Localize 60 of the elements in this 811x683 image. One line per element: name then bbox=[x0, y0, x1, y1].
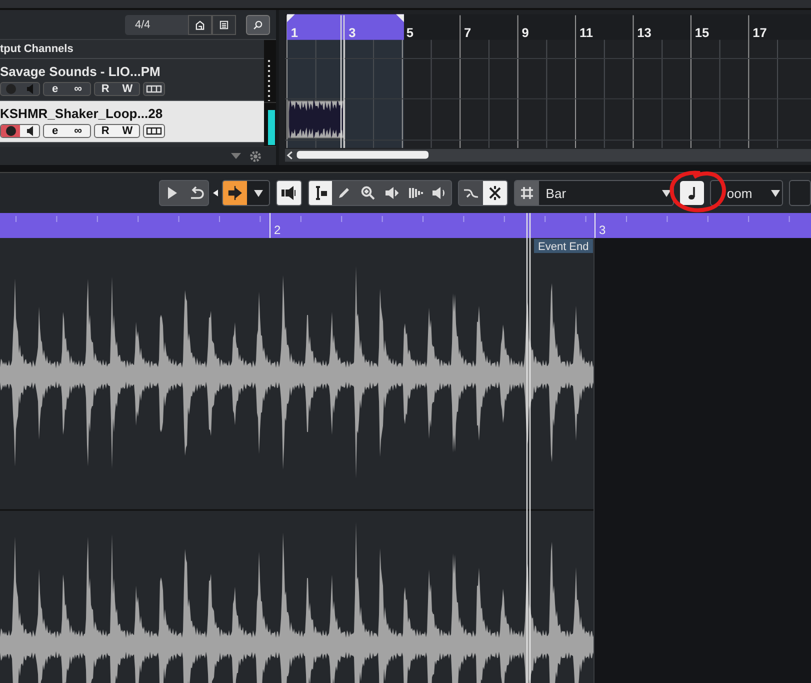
list-button[interactable] bbox=[212, 14, 236, 34]
zoom-dropdown[interactable]: oom bbox=[710, 180, 784, 206]
cross-arrows-icon bbox=[486, 185, 503, 201]
scroll-left-icon[interactable] bbox=[286, 151, 292, 160]
gear-icon[interactable] bbox=[249, 150, 262, 162]
lanes-icon bbox=[146, 126, 162, 134]
caret-icon bbox=[254, 190, 263, 196]
bar-number: 5 bbox=[406, 24, 414, 40]
folder-button[interactable] bbox=[188, 14, 212, 34]
link-button[interactable]: ∞ bbox=[74, 82, 82, 94]
bar-number: 17 bbox=[752, 24, 767, 40]
bar-number: 9 bbox=[522, 24, 529, 40]
tool-button[interactable] bbox=[308, 181, 332, 205]
tool-button[interactable] bbox=[483, 181, 507, 205]
event-end-label: Event End bbox=[538, 241, 589, 253]
write-button[interactable]: W bbox=[122, 124, 133, 136]
bar-number: 3 bbox=[348, 24, 356, 40]
bar-number: 3 bbox=[599, 223, 606, 237]
bar-number: 11 bbox=[579, 24, 593, 40]
mute-icon bbox=[384, 185, 400, 201]
edit-button[interactable]: e bbox=[52, 82, 58, 94]
bar-number: 7 bbox=[464, 24, 472, 40]
audio-event[interactable] bbox=[287, 98, 344, 140]
quantize-note-button[interactable] bbox=[680, 181, 704, 205]
lanes-button[interactable] bbox=[143, 124, 165, 138]
track-header[interactable]: KSHMR_Shaker_Loop...28 e ∞ R W bbox=[0, 101, 264, 143]
speaker-icon bbox=[26, 84, 34, 94]
speaker-icon bbox=[280, 185, 297, 201]
track-name: Savage Sounds - LIO...PM bbox=[0, 64, 162, 78]
playhead[interactable] bbox=[526, 213, 531, 683]
track-name: KSHMR_Shaker_Loop...28 bbox=[0, 106, 164, 120]
search-button[interactable] bbox=[246, 14, 270, 34]
snap-type-dropdown[interactable]: Bar bbox=[514, 180, 674, 206]
write-button[interactable]: W bbox=[122, 82, 133, 94]
link-button[interactable]: ∞ bbox=[74, 124, 82, 136]
playhead[interactable] bbox=[340, 14, 345, 149]
bar-number: 15 bbox=[694, 24, 710, 40]
lanes-button[interactable] bbox=[143, 82, 165, 96]
record-button[interactable] bbox=[1, 124, 20, 136]
time-signature-field[interactable]: 4/4 bbox=[125, 14, 188, 34]
bars-icon bbox=[408, 185, 424, 201]
speaker-icon bbox=[26, 126, 34, 136]
bar-number: 13 bbox=[637, 24, 652, 40]
read-button[interactable]: R bbox=[101, 82, 110, 94]
bar-number: 1 bbox=[290, 24, 298, 40]
speaker-icon bbox=[431, 185, 448, 201]
zoom-icon bbox=[360, 185, 376, 201]
tool-button[interactable] bbox=[223, 181, 248, 205]
grid-icon bbox=[518, 185, 535, 201]
bar-number: 2 bbox=[274, 223, 281, 237]
caret-icon[interactable] bbox=[212, 189, 218, 197]
caret-icon bbox=[662, 190, 671, 196]
lanes-icon bbox=[146, 84, 162, 92]
split-arrow-icon bbox=[227, 185, 244, 201]
read-button[interactable]: R bbox=[101, 124, 110, 136]
folder-track-name: tput Channels bbox=[0, 40, 264, 59]
cycle-marker[interactable] bbox=[286, 14, 404, 40]
dropdown-button[interactable] bbox=[247, 181, 269, 205]
edit-button[interactable]: e bbox=[52, 124, 58, 136]
caret-icon bbox=[770, 190, 780, 196]
